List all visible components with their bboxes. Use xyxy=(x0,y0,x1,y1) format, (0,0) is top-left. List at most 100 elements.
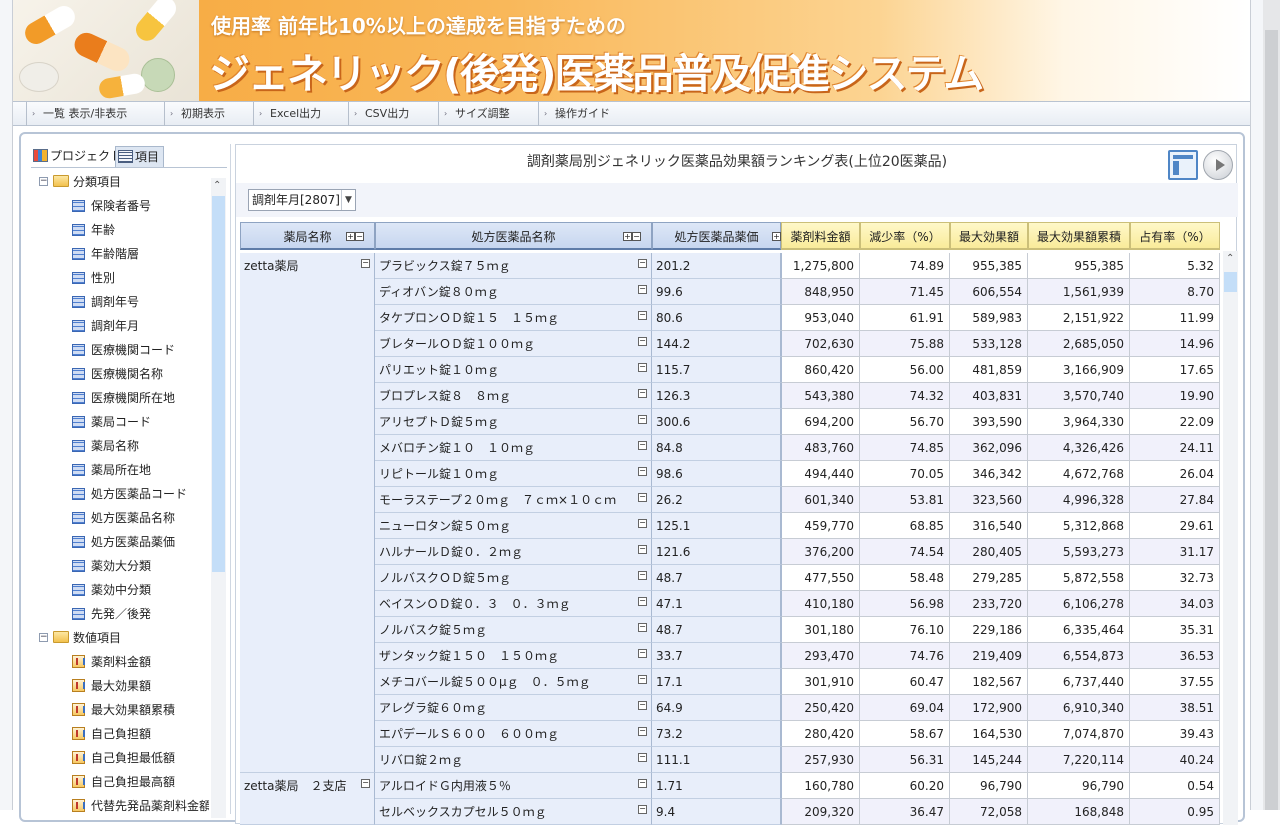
expand-icon[interactable]: + xyxy=(772,232,781,241)
play-icon[interactable] xyxy=(1203,150,1233,180)
collapse-icon[interactable]: − xyxy=(638,779,647,788)
tree-group[interactable]: − 数値項目 xyxy=(31,626,209,650)
collapse-icon[interactable]: − xyxy=(638,597,647,606)
reduction-cell: 74.85 xyxy=(860,435,950,461)
grid-scroll-thumb[interactable] xyxy=(1224,272,1237,292)
collapse-icon[interactable]: − xyxy=(632,232,641,241)
tree-item[interactable]: 医療機関所在地 xyxy=(31,386,209,410)
chevron-up-icon[interactable]: ⌃ xyxy=(213,180,221,191)
tree-item[interactable]: 自己負担最高額 xyxy=(31,770,209,794)
column-header-amount[interactable]: 薬剤料金額 xyxy=(781,222,860,250)
tree-item[interactable]: 薬局名称 xyxy=(31,434,209,458)
tree-item[interactable]: 処方医薬品名称 xyxy=(31,506,209,530)
collapse-icon[interactable]: − xyxy=(638,363,647,372)
collapse-icon[interactable]: − xyxy=(361,259,370,268)
collapse-icon[interactable]: − xyxy=(638,675,647,684)
grid-scrollbar[interactable]: ⌃ xyxy=(1223,251,1238,825)
page-scrollbar[interactable] xyxy=(1263,0,1280,810)
collapse-icon[interactable]: − xyxy=(638,571,647,580)
collapse-icon[interactable]: − xyxy=(638,311,647,320)
tree-item[interactable]: 最大効果額累積 xyxy=(31,698,209,722)
column-header-reduction[interactable]: 減少率（%） xyxy=(860,222,950,250)
tree-item[interactable]: 保険者番号 xyxy=(31,194,209,218)
column-header-price[interactable]: 処方医薬品薬価 + xyxy=(652,222,781,250)
column-header-max_effect[interactable]: 最大効果額 xyxy=(950,222,1028,250)
tree-item[interactable]: 医療機関コード xyxy=(31,338,209,362)
tree-scrollbar[interactable]: ⌃ xyxy=(211,178,226,818)
drug-name: ブレタールＯＤ錠１００ｍｇ xyxy=(379,337,536,351)
collapse-icon[interactable]: − xyxy=(638,285,647,294)
layout-icon[interactable] xyxy=(1168,150,1198,180)
month-filter-select[interactable]: 調剤年月[2807] ▼ xyxy=(248,189,356,211)
tree-item[interactable]: 処方医薬品コード xyxy=(31,482,209,506)
chevron-up-icon[interactable]: ⌃ xyxy=(1226,253,1234,264)
expand-icon[interactable]: + xyxy=(623,232,632,241)
collapse-icon[interactable]: − xyxy=(638,389,647,398)
expand-icon[interactable]: + xyxy=(346,232,355,241)
tree-item-label: 最大効果額累積 xyxy=(91,703,176,717)
grid-field-icon xyxy=(72,392,85,404)
tree-item[interactable]: 処方医薬品薬価 xyxy=(31,530,209,554)
tree-item[interactable]: 性別 xyxy=(31,266,209,290)
tree-scroll-thumb[interactable] xyxy=(212,196,225,572)
toggle-list-button[interactable]: › 一覧 表示/非表示 xyxy=(26,102,127,126)
tree-item[interactable]: 自己負担最低額 xyxy=(31,746,209,770)
tree-item[interactable]: 薬剤料金額 xyxy=(31,650,209,674)
tree-item[interactable]: 調剤年号 xyxy=(31,290,209,314)
collapse-icon[interactable]: − xyxy=(638,493,647,502)
collapse-icon[interactable]: − xyxy=(355,232,364,241)
collapse-icon[interactable]: − xyxy=(638,623,647,632)
collapse-icon[interactable]: − xyxy=(638,701,647,710)
tab-items[interactable]: 項目 xyxy=(115,146,165,167)
column-header-cumulative[interactable]: 最大効果額累積 xyxy=(1028,222,1130,250)
reduction-cell: 56.00 xyxy=(860,357,950,383)
reduction-cell: 76.10 xyxy=(860,617,950,643)
pills-image xyxy=(13,0,199,101)
tree-item[interactable]: 年齢 xyxy=(31,218,209,242)
tree-item[interactable]: 代替先発品薬剤料金額 xyxy=(31,794,209,818)
resize-button[interactable]: › サイズ調整 xyxy=(438,102,510,126)
cumulative-cell: 6,910,340 xyxy=(1028,695,1130,721)
tree-item[interactable]: 先発／後発 xyxy=(31,602,209,626)
filter-bar: 調剤年月[2807] ▼ xyxy=(236,183,1238,217)
csv-export-button[interactable]: › CSV出力 xyxy=(348,102,409,126)
page-scroll-thumb[interactable] xyxy=(1265,30,1278,810)
collapse-icon[interactable]: − xyxy=(638,545,647,554)
tree-item[interactable]: 自己負担額 xyxy=(31,722,209,746)
max_effect-cell: 955,385 xyxy=(950,253,1028,279)
tab-project[interactable]: プロジェクト xyxy=(31,146,126,167)
tree-item[interactable]: 最大効果額 xyxy=(31,674,209,698)
guide-button[interactable]: › 操作ガイド xyxy=(538,102,610,126)
collapse-icon[interactable]: − xyxy=(638,519,647,528)
column-header-share[interactable]: 占有率（%） xyxy=(1130,222,1220,250)
collapse-icon[interactable]: − xyxy=(638,753,647,762)
collapse-icon[interactable]: − xyxy=(638,259,647,268)
reset-view-button[interactable]: › 初期表示 xyxy=(164,102,225,126)
collapse-icon[interactable]: − xyxy=(638,415,647,424)
tree-item[interactable]: 年齢階層 xyxy=(31,242,209,266)
tree-group[interactable]: − 分類項目 xyxy=(31,170,209,194)
tree-item[interactable]: 薬効中分類 xyxy=(31,578,209,602)
tree-item[interactable]: 調剤年月 xyxy=(31,314,209,338)
arrow-right-icon: › xyxy=(170,109,174,118)
tree-item[interactable]: 薬局所在地 xyxy=(31,458,209,482)
column-header-drug[interactable]: 処方医薬品名称 + − xyxy=(375,222,652,250)
tree-item[interactable]: 薬効大分類 xyxy=(31,554,209,578)
collapse-icon[interactable]: − xyxy=(638,649,647,658)
collapse-icon[interactable]: − xyxy=(638,727,647,736)
collapse-icon[interactable]: − xyxy=(39,633,48,642)
excel-export-button[interactable]: › Excel出力 xyxy=(253,102,321,126)
tree-item[interactable]: 薬局コード xyxy=(31,410,209,434)
tree-item-label: 薬局名称 xyxy=(91,439,140,453)
collapse-icon[interactable]: − xyxy=(638,441,647,450)
collapse-icon[interactable]: − xyxy=(638,467,647,476)
collapse-icon[interactable]: − xyxy=(638,337,647,346)
collapse-icon[interactable]: − xyxy=(361,779,370,788)
column-header-pharmacy[interactable]: 薬局名称 + − xyxy=(240,222,375,250)
amount-cell: 376,200 xyxy=(781,539,860,565)
collapse-icon[interactable]: − xyxy=(39,177,48,186)
reduction-cell: 74.54 xyxy=(860,539,950,565)
share-cell: 24.11 xyxy=(1130,435,1220,461)
reduction-cell: 61.91 xyxy=(860,305,950,331)
tree-item[interactable]: 医療機関名称 xyxy=(31,362,209,386)
